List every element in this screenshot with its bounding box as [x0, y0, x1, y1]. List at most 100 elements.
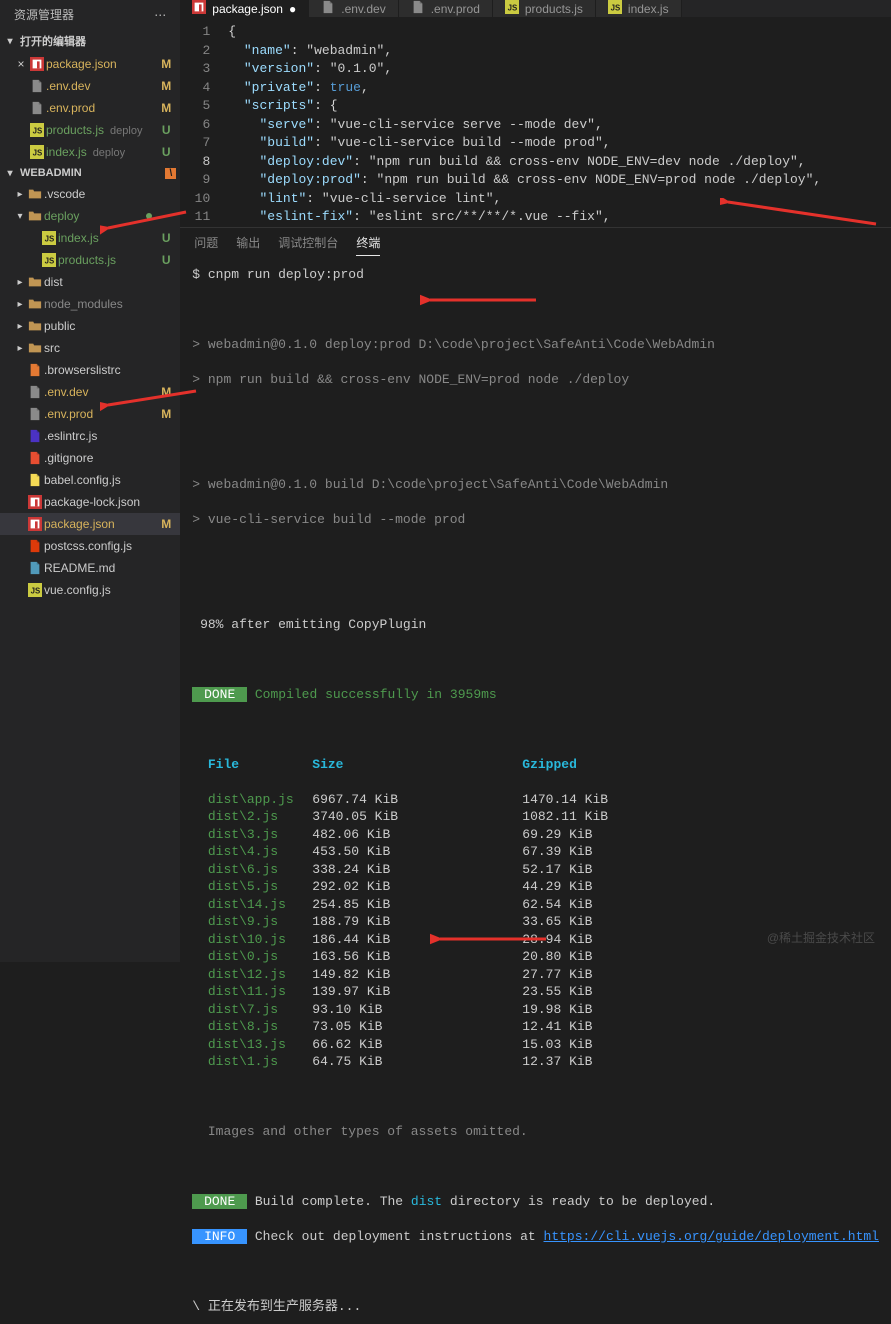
file-name: index.jsdeploy	[46, 145, 158, 159]
tree-item[interactable]: ▸ .vscode	[0, 183, 180, 205]
eslint-icon	[26, 429, 44, 443]
tree-item[interactable]: postcss.config.js	[0, 535, 180, 557]
svg-text:JS: JS	[33, 149, 43, 158]
project-tree: ▸ .vscode ▾ deploy JS index.js U JS prod…	[0, 183, 180, 601]
tree-item[interactable]: ▾ deploy	[0, 205, 180, 227]
file-name: postcss.config.js	[44, 539, 158, 553]
js-icon: JS	[608, 0, 622, 17]
tree-item[interactable]: .eslintrc.js	[0, 425, 180, 447]
editor-tab[interactable]: JS products.js	[493, 0, 596, 17]
browserslist-icon	[26, 363, 44, 377]
folder-icon	[26, 297, 44, 311]
watermark: @稀土掘金技术社区	[767, 929, 875, 946]
babel-icon	[26, 473, 44, 487]
vcs-status: M	[158, 79, 174, 93]
svg-text:JS: JS	[45, 257, 55, 266]
folder-icon	[26, 209, 44, 223]
panel-tab[interactable]: 问题	[194, 234, 218, 256]
explorer-title: 资源管理器 ⋯	[0, 0, 180, 29]
folder-icon	[26, 275, 44, 289]
chevron-icon: ▸	[14, 189, 26, 200]
tree-item[interactable]: JS vue.config.js	[0, 579, 180, 601]
tab-label: index.js	[628, 2, 669, 16]
npm-icon	[28, 57, 46, 71]
vcs-status: M	[158, 101, 174, 115]
file-icon	[321, 0, 335, 17]
editor-tab[interactable]: package.json ●	[180, 0, 309, 17]
open-editor-item[interactable]: JS index.jsdeploy U	[0, 141, 180, 163]
open-editor-item[interactable]: × package.json M	[0, 53, 180, 75]
file-name: products.js	[58, 253, 158, 267]
file-name: package.json	[44, 517, 158, 531]
tree-item[interactable]: package-lock.json	[0, 491, 180, 513]
file-name: products.jsdeploy	[46, 123, 158, 137]
file-name: .gitignore	[44, 451, 158, 465]
file-name: .env.prod	[46, 101, 158, 115]
js-icon: JS	[26, 583, 44, 597]
panel-tab[interactable]: 输出	[236, 234, 260, 256]
tab-label: .env.dev	[341, 2, 385, 16]
tree-item[interactable]: .browserslistrc	[0, 359, 180, 381]
tree-item[interactable]: JS index.js U	[0, 227, 180, 249]
tree-item[interactable]: ▸ dist	[0, 271, 180, 293]
vcs-status: M	[158, 517, 174, 531]
folder-icon	[26, 187, 44, 201]
vcs-status: U	[158, 253, 174, 267]
js-icon: JS	[505, 0, 519, 17]
editor[interactable]: 1234567891011 { "name": "webadmin", "ver…	[180, 17, 891, 227]
tab-label: products.js	[525, 2, 583, 16]
svg-text:JS: JS	[611, 4, 621, 13]
tree-item[interactable]: package.json M	[0, 513, 180, 535]
vcs-status: M	[158, 407, 174, 421]
js-icon: JS	[40, 253, 58, 267]
open-editors-list: × package.json M .env.dev M .env.prod M …	[0, 53, 180, 163]
npm-icon	[26, 495, 44, 509]
open-editor-item[interactable]: .env.dev M	[0, 75, 180, 97]
file-name: .env.dev	[44, 385, 158, 399]
vcs-status: M	[158, 385, 174, 399]
project-header[interactable]: ▾WEBADMIN \	[0, 163, 180, 183]
tree-item[interactable]: ▸ public	[0, 315, 180, 337]
file-name: deploy	[44, 209, 146, 223]
tree-item[interactable]: babel.config.js	[0, 469, 180, 491]
tree-item[interactable]: ▸ node_modules	[0, 293, 180, 315]
vcs-status: U	[158, 231, 174, 245]
md-icon	[26, 561, 44, 575]
svg-text:JS: JS	[31, 587, 41, 596]
editor-tab[interactable]: .env.prod	[399, 0, 493, 17]
tree-item[interactable]: ▸ src	[0, 337, 180, 359]
panel-tab[interactable]: 调试控制台	[278, 234, 338, 256]
tree-item[interactable]: .env.prod M	[0, 403, 180, 425]
chevron-icon: ▸	[14, 343, 26, 354]
tree-item[interactable]: README.md	[0, 557, 180, 579]
open-editor-item[interactable]: .env.prod M	[0, 97, 180, 119]
file-name: .env.dev	[46, 79, 158, 93]
file-name: babel.config.js	[44, 473, 158, 487]
postcss-icon	[26, 539, 44, 553]
npm-icon	[26, 517, 44, 531]
file-name: index.js	[58, 231, 158, 245]
close-icon[interactable]: ×	[14, 57, 28, 71]
chevron-icon: ▸	[14, 321, 26, 332]
file-name: package-lock.json	[44, 495, 158, 509]
tree-item[interactable]: .env.dev M	[0, 381, 180, 403]
editor-tab[interactable]: .env.dev	[309, 0, 398, 17]
editor-tab[interactable]: JS index.js	[596, 0, 682, 17]
svg-text:JS: JS	[508, 4, 518, 13]
folder-icon	[26, 319, 44, 333]
panel-tab[interactable]: 终端	[356, 234, 380, 256]
explorer-sidebar: 资源管理器 ⋯ ▾打开的编辑器 × package.json M .env.de…	[0, 0, 180, 962]
terminal-output[interactable]: $ cnpm run deploy:prod > webadmin@0.1.0 …	[180, 262, 891, 1324]
svg-text:JS: JS	[33, 127, 43, 136]
tree-item[interactable]: .gitignore	[0, 447, 180, 469]
file-name: .env.prod	[44, 407, 158, 421]
open-editor-item[interactable]: JS products.jsdeploy U	[0, 119, 180, 141]
open-editors-header[interactable]: ▾打开的编辑器	[0, 29, 180, 53]
tree-item[interactable]: JS products.js U	[0, 249, 180, 271]
modified-dot-icon	[146, 213, 152, 219]
file-name: public	[44, 319, 158, 333]
folder-icon	[26, 341, 44, 355]
file-name: dist	[44, 275, 158, 289]
chevron-icon: ▸	[14, 299, 26, 310]
file-name: .browserslistrc	[44, 363, 158, 377]
